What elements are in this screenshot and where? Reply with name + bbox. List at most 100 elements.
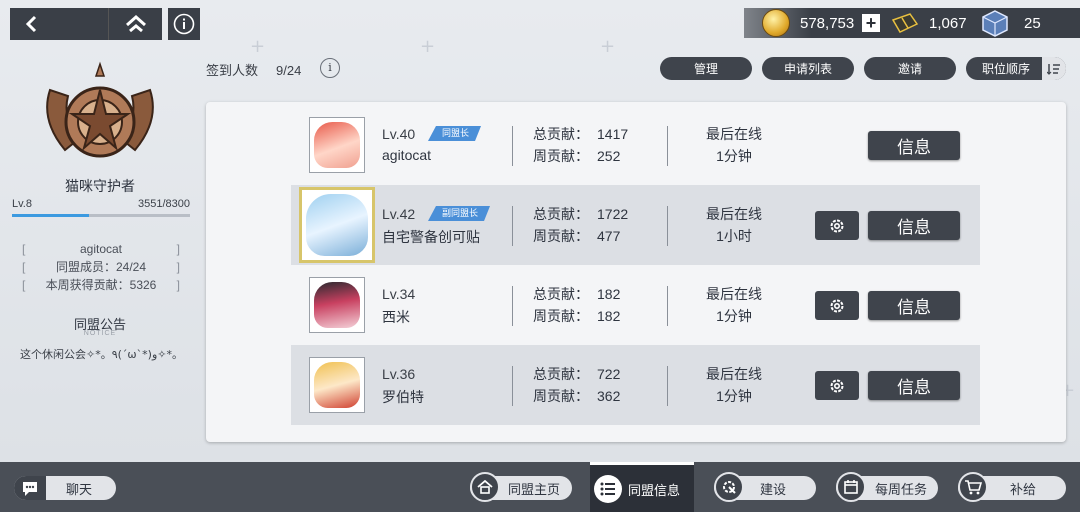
cube-resource: 25	[980, 8, 1041, 38]
exp-progress-bar	[12, 214, 190, 217]
chevron-left-icon	[25, 15, 37, 33]
sort-icon	[1042, 57, 1066, 80]
guild-emblem-icon	[46, 61, 154, 158]
member-level: Lv.36	[382, 366, 416, 382]
guild-exp: 3551/8300	[138, 198, 190, 210]
guild-home-icon	[470, 472, 500, 502]
last-online: 最后在线 1分钟	[689, 123, 779, 167]
divider	[667, 366, 668, 406]
weekly-contribution: 252	[597, 148, 621, 164]
build-icon	[714, 472, 744, 502]
member-avatar[interactable]	[309, 117, 365, 173]
member-list: Lv.40 同盟长 agitocat 总贡献： 1417 周贡献： 252 最后在线…	[206, 102, 1066, 442]
resource-bar: 578,753 + 1,067 25	[744, 8, 1080, 38]
guild-weekly-contribution: 本周获得贡献：5326	[45, 278, 157, 292]
ticket-count: 1,067	[929, 14, 967, 32]
member-name: 罗伯特	[382, 389, 424, 405]
last-online: 最后在线 1小时	[689, 203, 779, 247]
total-contribution: 1722	[597, 206, 629, 222]
member-info-button[interactable]: 信息	[868, 291, 960, 320]
build-label: 建设	[759, 481, 786, 497]
guild-info-label: 同盟信息	[628, 483, 681, 498]
back-button[interactable]	[10, 8, 106, 40]
top-nav	[10, 8, 162, 40]
member-avatar[interactable]	[309, 357, 365, 413]
checkin-count: 9/24	[276, 63, 302, 78]
member-settings-button[interactable]	[815, 371, 859, 400]
checkin-label: 签到人数	[206, 63, 259, 78]
add-coins-button[interactable]: +	[862, 14, 880, 32]
decor-cross: +	[250, 36, 266, 57]
guild-level-row: Lv.8 3551/8300	[12, 198, 190, 210]
member-name: agitocat	[382, 147, 432, 163]
info-icon	[173, 13, 195, 35]
checkin-count-row: 签到人数 9/24	[206, 60, 301, 79]
member-level: Lv.40	[382, 126, 416, 142]
request-list-button[interactable]: 申请列表	[762, 57, 854, 80]
guild-name: 猫咪守护者	[65, 178, 135, 194]
weekly-tasks-label: 每周任务	[874, 481, 927, 497]
member-name: 自宅警备创可贴	[382, 229, 480, 245]
total-contribution: 722	[597, 366, 621, 382]
member-settings-button[interactable]	[815, 291, 859, 320]
ticket-icon	[891, 13, 919, 33]
divider	[667, 286, 668, 326]
home-icon	[126, 15, 146, 33]
info-button[interactable]	[168, 8, 200, 40]
member-info-button[interactable]: 信息	[868, 371, 960, 400]
role-badge: 同盟长	[428, 126, 481, 141]
weekly-contribution-label: 周贡献：	[533, 228, 589, 244]
total-contribution-label: 总贡献：	[533, 206, 589, 222]
member-level: Lv.34	[382, 286, 416, 302]
last-online-label: 最后在线	[706, 206, 762, 222]
guild-home-label: 同盟主页	[507, 481, 560, 497]
last-online-value: 1分钟	[716, 148, 752, 164]
bottom-bar: 聊天 同盟主页 建设 每周任务 补给	[0, 462, 1080, 512]
cube-icon	[982, 10, 1008, 37]
checkin-info-icon[interactable]: i	[320, 58, 340, 78]
notice-text: 这个休闲公会✧*。٩(ˊωˋ*)و✧*。	[20, 348, 183, 361]
member-info-button[interactable]: 信息	[868, 131, 960, 160]
invite-button[interactable]: 邀请	[864, 57, 956, 80]
decor-cross: +	[600, 36, 616, 57]
chat-label: 聊天	[66, 481, 93, 497]
weekly-contribution-label: 周贡献：	[533, 308, 589, 324]
sort-order-button[interactable]: 职位顺序	[966, 57, 1066, 80]
notice-subtitle: NOTICE	[83, 330, 117, 337]
guild-leader: agitocat	[79, 242, 123, 256]
divider	[512, 126, 513, 166]
gear-icon	[830, 379, 844, 392]
last-online-value: 1小时	[716, 228, 752, 244]
weekly-contribution-label: 周贡献：	[533, 148, 589, 164]
member-row: Lv.34 西米 总贡献： 182 周贡献： 182 最后在线 1分钟 信息	[291, 265, 980, 345]
member-settings-button[interactable]	[815, 211, 859, 240]
member-avatar[interactable]	[299, 187, 375, 263]
last-online-label: 最后在线	[706, 286, 762, 302]
ticket-resource: 1,067	[890, 8, 967, 38]
weekly-contribution: 182	[597, 308, 621, 324]
coin-count: 578,753	[800, 14, 855, 32]
chat-icon	[14, 476, 46, 500]
total-contribution-label: 总贡献：	[533, 366, 589, 382]
guild-info-tab[interactable]: 同盟信息	[590, 462, 694, 512]
list-icon	[594, 475, 622, 503]
weekly-line: [本周获得贡献：5326]	[22, 278, 180, 292]
member-name: 西米	[382, 309, 410, 325]
member-avatar[interactable]	[309, 277, 365, 333]
total-contribution-label: 总贡献：	[533, 126, 589, 142]
home-button[interactable]	[108, 8, 163, 40]
member-row: Lv.36 罗伯特 总贡献： 722 周贡献： 362 最后在线 1分钟 信息	[291, 345, 980, 425]
guild-panel: 猫咪守护者 Lv.8 3551/8300 [agitocat] [同盟成员：24…	[0, 46, 200, 460]
total-contribution: 182	[597, 286, 621, 302]
gear-icon	[830, 219, 844, 232]
cube-count: 25	[1024, 14, 1041, 32]
sort-order-label: 职位顺序	[982, 62, 1031, 76]
weekly-contribution: 477	[597, 228, 621, 244]
member-info-button[interactable]: 信息	[868, 211, 960, 240]
calendar-icon	[836, 472, 866, 502]
total-contribution: 1417	[597, 126, 629, 142]
last-online-label: 最后在线	[706, 126, 762, 142]
member-row: Lv.42 副同盟长 自宅警备创可贴 总贡献： 1722 周贡献： 477 最后在线…	[291, 185, 980, 265]
manage-button[interactable]: 管理	[660, 57, 752, 80]
weekly-contribution-label: 周贡献：	[533, 388, 589, 404]
